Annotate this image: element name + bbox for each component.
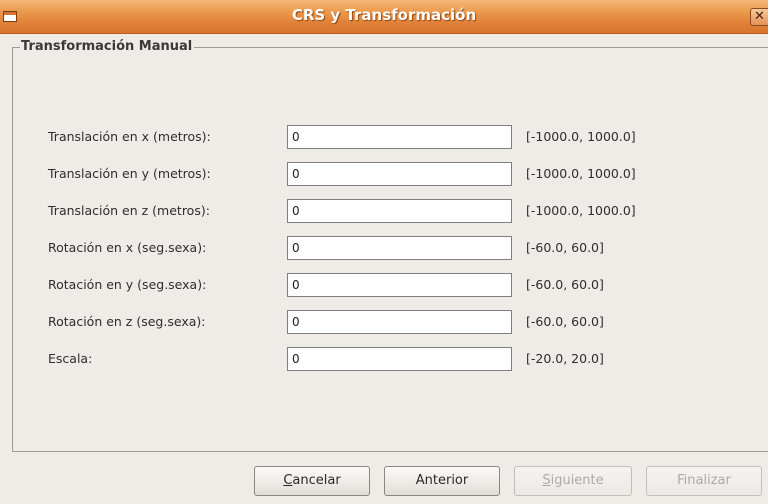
rotation-y-input[interactable] xyxy=(287,273,512,297)
translation-z-range: [-1000.0, 1000.0] xyxy=(526,203,636,218)
next-mnemonic: S xyxy=(542,473,551,488)
translation-y-input[interactable] xyxy=(287,162,512,186)
rotation-y-label: Rotación en y (seg.sexa): xyxy=(48,277,207,292)
translation-x-range: [-1000.0, 1000.0] xyxy=(526,129,636,144)
group-title: Transformación Manual xyxy=(20,39,195,54)
title-bar[interactable]: CRS y Transformación ✕ xyxy=(0,0,768,34)
translation-z-label: Translación en z (metros): xyxy=(48,203,210,218)
scale-label: Escala: xyxy=(48,351,93,366)
rotation-z-label: Rotación en z (seg.sexa): xyxy=(48,314,206,329)
scale-range: [-20.0, 20.0] xyxy=(526,351,604,366)
finish-button[interactable]: Finalizar xyxy=(646,466,762,496)
close-icon[interactable]: ✕ xyxy=(750,8,768,26)
translation-z-input[interactable] xyxy=(287,199,512,223)
window-title: CRS y Transformación xyxy=(291,6,477,24)
dialog-window: CRS y Transformación ✕ Transformación Ma… xyxy=(0,0,768,504)
translation-y-range: [-1000.0, 1000.0] xyxy=(526,166,636,181)
rotation-y-range: [-60.0, 60.0] xyxy=(526,277,604,292)
translation-x-label: Translación en x (metros): xyxy=(48,129,211,144)
cancel-label: ancelar xyxy=(292,473,341,488)
scale-input[interactable] xyxy=(287,347,512,371)
next-label: iguiente xyxy=(550,473,604,488)
next-button[interactable]: Siguiente xyxy=(514,466,632,496)
rotation-z-input[interactable] xyxy=(287,310,512,334)
rotation-z-range: [-60.0, 60.0] xyxy=(526,314,604,329)
rotation-x-range: [-60.0, 60.0] xyxy=(526,240,604,255)
cancel-button[interactable]: Cancelar xyxy=(254,466,370,496)
translation-x-input[interactable] xyxy=(287,125,512,149)
translation-y-label: Translación en y (metros): xyxy=(48,166,211,181)
previous-button[interactable]: Anterior xyxy=(384,466,500,496)
rotation-x-input[interactable] xyxy=(287,236,512,260)
rotation-x-label: Rotación en x (seg.sexa): xyxy=(48,240,207,255)
